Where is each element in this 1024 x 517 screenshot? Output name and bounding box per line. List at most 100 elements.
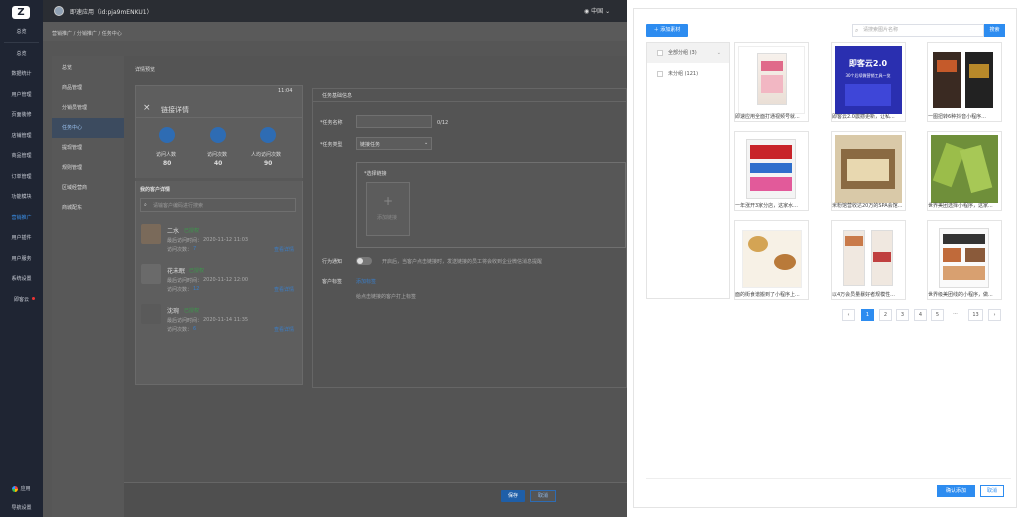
- customer-count: 12: [193, 286, 200, 292]
- sidebar-item-plugins[interactable]: 用户插件: [0, 229, 43, 247]
- pagination-page[interactable]: 1: [861, 309, 874, 321]
- status-badge: 已授权: [189, 268, 205, 274]
- group-checkbox[interactable]: [657, 49, 663, 56]
- sidebar-item-users[interactable]: 用户管理: [0, 86, 43, 104]
- pagination-page[interactable]: 4: [914, 309, 927, 321]
- customer-count: 6: [193, 326, 197, 332]
- preview-header: 链接详情: [161, 106, 189, 114]
- customer-count-label: 访问次数：: [167, 287, 193, 293]
- view-details-link[interactable]: 查看详情: [274, 326, 294, 333]
- group-all[interactable]: 全部分组 (3) ⌄: [647, 43, 729, 63]
- material-card[interactable]: 以4万会员量暴好者规模性...: [831, 220, 906, 300]
- material-caption: 米粉馆营收达20万的SPA会馆...: [832, 203, 903, 209]
- material-thumbnail: 即客云2.0 30个后续微营销工具一览: [835, 46, 902, 114]
- sidebar-item-products[interactable]: 商品管理: [0, 147, 43, 165]
- customer-time-label: 最后访问时间：: [167, 238, 203, 244]
- subnav-item-products[interactable]: 商品管理: [52, 78, 124, 98]
- stat-label-visits: 访问次数: [207, 152, 228, 158]
- view-details-link[interactable]: 查看详情: [274, 246, 294, 253]
- view-details-link[interactable]: 查看详情: [274, 286, 294, 293]
- subnav-item-regional[interactable]: 区域经营商: [52, 178, 124, 198]
- sidebar-item-settings[interactable]: 系统设置: [0, 270, 43, 288]
- app-logo: Z: [12, 6, 30, 19]
- sidebar-item-nav-settings[interactable]: 导航设置: [0, 499, 43, 517]
- material-card[interactable]: 一年涨开3家分店，这家水...: [734, 131, 809, 211]
- pagination-next[interactable]: ›: [988, 309, 1001, 321]
- task-type-label: *任务类型: [320, 142, 343, 148]
- material-card[interactable]: 世界美团选择小程序，这家...: [927, 131, 1002, 211]
- subnav-item-task-center[interactable]: 任务中心: [52, 118, 124, 138]
- customer-count-label: 访问次数：: [167, 327, 193, 333]
- pagination-prev[interactable]: ‹: [842, 309, 855, 321]
- customer-time-label: 最后访问时间：: [167, 278, 203, 284]
- add-tag-link[interactable]: 添加标签: [356, 278, 376, 285]
- search-icon: ⌕: [144, 202, 147, 208]
- add-material-button[interactable]: ＋ 添加素材: [646, 24, 688, 37]
- pagination-page[interactable]: 2: [879, 309, 892, 321]
- sidebar-item-apps[interactable]: 应用: [0, 480, 43, 498]
- pagination-page[interactable]: 3: [896, 309, 909, 321]
- material-caption: 世界美团选择小程序，这家...: [928, 203, 993, 209]
- form-divider: [312, 101, 627, 102]
- chevron-down-icon: ⌄: [603, 8, 611, 15]
- pagination-page[interactable]: 5: [931, 309, 944, 321]
- group-checkbox[interactable]: [657, 70, 663, 77]
- breadcrumb[interactable]: 营销推广 / 分销推广 / 任务中心: [52, 30, 122, 37]
- apps-icon: [12, 485, 19, 492]
- avg-visits-icon: [260, 127, 276, 143]
- customer-search-placeholder: 请输客户编码进行搜索: [153, 203, 204, 209]
- sidebar-item-marketing[interactable]: 营销推广: [0, 209, 43, 227]
- picker-footer-divider: [646, 478, 1011, 479]
- material-card[interactable]: 一图扭转6种抖音小程序...: [927, 42, 1002, 122]
- subnav-item-rules[interactable]: 规则管理: [52, 158, 124, 178]
- sidebar-item-services[interactable]: 用户服务: [0, 250, 43, 268]
- sidebar-item-modules[interactable]: 功能模块: [0, 188, 43, 206]
- behavior-toggle[interactable]: [356, 257, 372, 265]
- avatar: [141, 304, 161, 324]
- material-search-input[interactable]: 请搜索图片名称: [852, 24, 984, 37]
- confirm-add-button[interactable]: 确认添加: [937, 485, 975, 497]
- sidebar-item-jikeyun[interactable]: 即客云: [0, 291, 43, 309]
- group-ungrouped[interactable]: 未分组 (121): [647, 64, 729, 84]
- stat-label-visitors: 访问人数: [156, 152, 177, 158]
- picker-cancel-button[interactable]: 取消: [980, 485, 1004, 497]
- sidebar-item-overview-header[interactable]: 总览: [0, 23, 43, 41]
- sidebar-item-overview[interactable]: 总览: [0, 45, 43, 63]
- subnav-item-withdraw[interactable]: 提现管理: [52, 138, 124, 158]
- behavior-label: 行为通知: [322, 259, 343, 265]
- sidebar-item-stores[interactable]: 店铺管理: [0, 127, 43, 145]
- material-card[interactable]: 面的街食谱搬到了小程序上...: [734, 220, 809, 300]
- group-count: (121): [684, 71, 699, 77]
- subnav-item-mall[interactable]: 商城配东: [52, 198, 124, 218]
- group-label: 未分组: [668, 71, 684, 77]
- add-link-button[interactable]: [366, 182, 410, 236]
- material-thumbnail: [931, 46, 998, 114]
- material-card[interactable]: 米粉馆营收达20万的SPA会馆...: [831, 131, 906, 211]
- search-button[interactable]: 搜索: [984, 24, 1005, 37]
- save-button[interactable]: 保存: [501, 490, 525, 502]
- preview-divider: [135, 117, 303, 118]
- pagination-page-last[interactable]: 13: [968, 309, 983, 321]
- close-icon[interactable]: ×: [143, 103, 151, 113]
- subnav-item-distributors[interactable]: 分销员管理: [52, 98, 124, 118]
- task-name-input[interactable]: [356, 115, 432, 128]
- form-panel-title: 任务基础信息: [322, 93, 353, 99]
- chevron-down-icon: ⌄: [424, 140, 429, 146]
- subnav-item-overview[interactable]: 总览: [52, 58, 124, 78]
- sidebar-divider: [4, 42, 39, 43]
- cancel-button[interactable]: 取消: [530, 490, 556, 502]
- sidebar-item-orders[interactable]: 订单管理: [0, 168, 43, 186]
- breadcrumb-bar: [43, 22, 627, 41]
- material-card[interactable]: 即速应用全面打通视频号就...: [734, 42, 809, 122]
- sidebar-item-page-decoration[interactable]: 页面装修: [0, 106, 43, 124]
- sidebar-item-statistics[interactable]: 数据统计: [0, 65, 43, 83]
- pagination-ellipsis[interactable]: ···: [949, 309, 962, 321]
- group-count: (3): [689, 50, 697, 56]
- material-card[interactable]: 世界级美团线的小程序，做...: [927, 220, 1002, 300]
- material-card[interactable]: 即客云2.0 30个后续微营销工具一览 即客云2.0震撼更新，让私...: [831, 42, 906, 122]
- region-selector[interactable]: ◉ 中国 ⌄: [584, 6, 610, 15]
- preview-section-title: 详情预览: [135, 67, 156, 73]
- customer-time: 2020-11-12 11:03: [203, 237, 249, 243]
- search-icon: ⌕: [855, 27, 859, 34]
- visits-icon: [210, 127, 226, 143]
